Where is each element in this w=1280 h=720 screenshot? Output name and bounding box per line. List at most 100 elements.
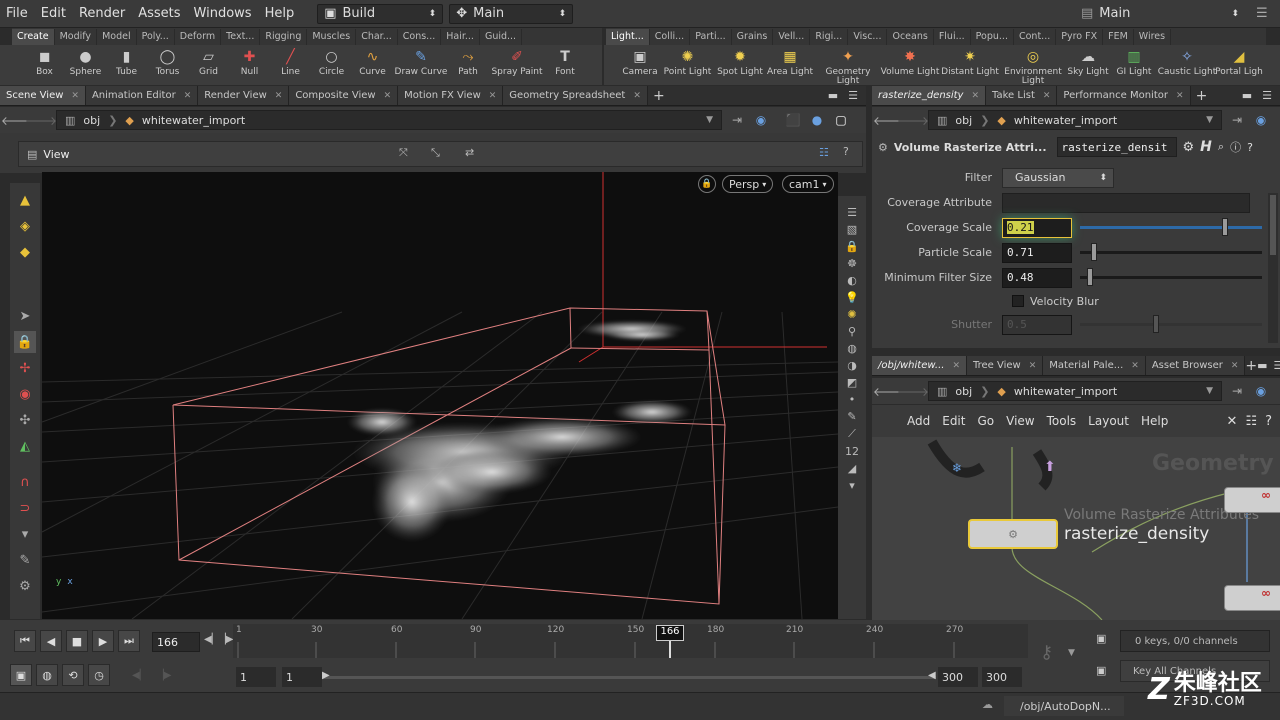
tab-material-palette[interactable]: Material Pale... ✕ bbox=[1043, 356, 1146, 375]
line-tool[interactable]: ╱ Line bbox=[270, 45, 311, 77]
dropdown-icon[interactable]: ▾ bbox=[14, 523, 36, 545]
close-icon[interactable]: ✕ bbox=[1043, 91, 1051, 101]
cloud-icon[interactable]: ☁ bbox=[982, 698, 993, 711]
shelf-tab[interactable]: Hair... bbox=[441, 29, 480, 45]
network-menu-tools[interactable]: Tools bbox=[1042, 414, 1082, 428]
viewport-title[interactable]: View bbox=[43, 148, 69, 161]
shelf-tab[interactable]: Grains bbox=[732, 29, 774, 45]
range-end-handle[interactable]: ◀ bbox=[928, 670, 936, 681]
select-mode-icon[interactable]: ⤧ bbox=[399, 146, 408, 160]
tab-parameters[interactable]: rasterize_density ✕ bbox=[872, 86, 987, 105]
add-tab-icon[interactable]: + bbox=[648, 86, 670, 105]
realtime-icon[interactable]: ◷ bbox=[88, 664, 110, 686]
shelf-tab[interactable]: Oceans bbox=[887, 29, 934, 45]
camera-menu[interactable]: cam1 ▾ bbox=[782, 175, 834, 193]
path-field[interactable]: ▥ obj ❯ ◆ whitewater_import ▼ bbox=[928, 381, 1222, 401]
play-reverse-icon[interactable]: ◀ bbox=[40, 630, 62, 652]
grid-toggle-icon[interactable]: ☷ bbox=[1245, 414, 1257, 429]
gi-light-tool[interactable]: ▥ GI Light bbox=[1111, 45, 1157, 77]
volume-light-tool[interactable]: ✸ Volume Light bbox=[881, 45, 940, 77]
particle-scale-field[interactable]: 0.71 bbox=[1002, 242, 1072, 263]
shelf-tab[interactable]: Parti... bbox=[690, 29, 732, 45]
pin-icon[interactable]: ⇥ bbox=[1228, 382, 1246, 400]
min-filter-size-slider[interactable] bbox=[1080, 268, 1262, 286]
vdb-node[interactable]: ∞ bbox=[1224, 487, 1280, 513]
handle-tool-icon[interactable]: ◆ bbox=[14, 241, 36, 263]
tube-tool[interactable]: ▮ Tube bbox=[106, 45, 147, 77]
back-arrow-icon[interactable]: 🡐 bbox=[873, 111, 905, 129]
paint-icon[interactable]: ◢ bbox=[848, 462, 856, 475]
status-path[interactable]: /obj/AutoDopN... bbox=[1004, 696, 1124, 716]
persp-menu[interactable]: Persp ▾ bbox=[722, 175, 774, 193]
path-obj[interactable]: obj bbox=[955, 385, 972, 398]
area-light-tool[interactable]: ▦ Area Light bbox=[765, 45, 815, 77]
tab-scene-view[interactable]: Scene View ✕ bbox=[0, 86, 86, 105]
play-icon[interactable]: ▶ bbox=[92, 630, 114, 652]
path-node[interactable]: whitewater_import bbox=[142, 114, 245, 127]
desktop-main-select[interactable]: ✥ Main ⬍ bbox=[449, 3, 574, 24]
path-field[interactable]: ▥ obj ❯ ◆ whitewater_import ▼ bbox=[928, 110, 1222, 130]
shelf-tab[interactable]: Muscles bbox=[307, 29, 357, 45]
shelf-tab[interactable]: Cont... bbox=[1014, 29, 1057, 45]
pane-menu-icon[interactable]: ☰ bbox=[1274, 359, 1280, 372]
forward-arrow-icon[interactable]: 🡒 bbox=[897, 382, 929, 400]
portal-light-tool[interactable]: ◢ Portal Ligh bbox=[1215, 45, 1263, 77]
bulb-icon[interactable]: ✺ bbox=[847, 308, 856, 321]
tab-motion-fx-view[interactable]: Motion FX View ✕ bbox=[398, 86, 504, 105]
skip-start-icon[interactable]: ⏮ bbox=[14, 630, 36, 652]
key-icon[interactable]: ⚷ bbox=[1040, 642, 1053, 663]
camera-icon[interactable]: ◐ bbox=[847, 274, 857, 287]
point-light-tool[interactable]: ✺ Point Light bbox=[660, 45, 715, 77]
gear-icon[interactable]: ⚙ bbox=[1183, 140, 1195, 155]
expand-icon[interactable]: ▾ bbox=[849, 479, 855, 492]
light-icon[interactable]: 💡 bbox=[845, 291, 859, 304]
sphere-tool[interactable]: ● Sphere bbox=[65, 45, 106, 77]
distant-light-tool[interactable]: ✷ Distant Light bbox=[939, 45, 1001, 77]
channels-icon[interactable]: ▣ bbox=[1096, 632, 1106, 645]
close-icon[interactable]: ✕ bbox=[489, 91, 497, 101]
maximize-icon[interactable]: ▬ bbox=[1257, 359, 1267, 372]
lock-camera-icon[interactable]: 🔒 bbox=[698, 175, 716, 193]
ghost-icon[interactable]: ☸ bbox=[847, 257, 857, 270]
environment-light-tool[interactable]: ◎ Environment Light bbox=[1001, 45, 1065, 86]
pin-icon[interactable]: ⇥ bbox=[728, 111, 746, 129]
shelf-tab[interactable]: Visc... bbox=[848, 29, 888, 45]
shelf-tab[interactable]: Light... bbox=[606, 29, 650, 45]
path-field[interactable]: ▥ obj ❯ ◆ whitewater_import ▼ bbox=[56, 110, 722, 130]
tab-tree-view[interactable]: Tree View ✕ bbox=[966, 356, 1044, 375]
range-start-handle[interactable]: ▶ bbox=[322, 670, 330, 681]
path-node[interactable]: whitewater_import bbox=[1014, 114, 1117, 127]
prev-key-icon[interactable]: ◀▏ bbox=[132, 670, 147, 681]
shelf-tab[interactable]: Guid... bbox=[480, 29, 523, 45]
shader-icon[interactable]: ◑ bbox=[847, 359, 857, 372]
close-icon[interactable]: ✕ bbox=[633, 91, 641, 101]
loop-icon[interactable]: ⟲ bbox=[62, 664, 84, 686]
help-icon[interactable]: ? bbox=[843, 145, 849, 158]
chevron-down-icon[interactable]: ▼ bbox=[1068, 648, 1075, 658]
edit-icon[interactable]: ✎ bbox=[847, 410, 856, 423]
caustic-light-tool[interactable]: ✧ Caustic Light bbox=[1157, 45, 1217, 77]
path-obj[interactable]: obj bbox=[955, 114, 972, 127]
forward-arrow-icon[interactable]: 🡒 bbox=[897, 111, 929, 129]
display-options-icon[interactable]: ☷ bbox=[819, 146, 829, 159]
link-icon[interactable]: ◉ bbox=[1252, 382, 1270, 400]
skip-end-icon[interactable]: ⏭ bbox=[118, 630, 140, 652]
shelf-tab[interactable]: Popu... bbox=[971, 29, 1014, 45]
particle-scale-slider[interactable] bbox=[1080, 243, 1262, 261]
tab-composite-view[interactable]: Composite View ✕ bbox=[289, 86, 399, 105]
network-menu-help[interactable]: Help bbox=[1136, 414, 1173, 428]
close-icon[interactable]: ✕ bbox=[952, 361, 960, 371]
rotate-tool-icon[interactable]: ◉ bbox=[14, 383, 36, 405]
menu-edit[interactable]: Edit bbox=[35, 6, 73, 21]
help-icon[interactable]: ? bbox=[1247, 141, 1253, 154]
desktop-build-select[interactable]: ▣ Build ⬍ bbox=[317, 3, 444, 24]
more-icon[interactable]: ☰ bbox=[1256, 6, 1268, 21]
houdini-h-icon[interactable]: H bbox=[1200, 139, 1212, 155]
menu-render[interactable]: Render bbox=[73, 6, 132, 21]
network-menu-view[interactable]: View bbox=[1001, 414, 1039, 428]
viewport-3d[interactable]: 🔒 Persp ▾ cam1 ▾ yx bbox=[42, 172, 838, 619]
shelf-tab[interactable]: Deform bbox=[175, 29, 222, 45]
timeline-ruler[interactable]: 1 30 60 90 120 150 180 210 240 270 166 bbox=[233, 624, 1028, 658]
add-tab-icon[interactable]: + bbox=[1191, 86, 1213, 105]
rasterize-density-node[interactable]: ⚙ bbox=[968, 519, 1058, 549]
